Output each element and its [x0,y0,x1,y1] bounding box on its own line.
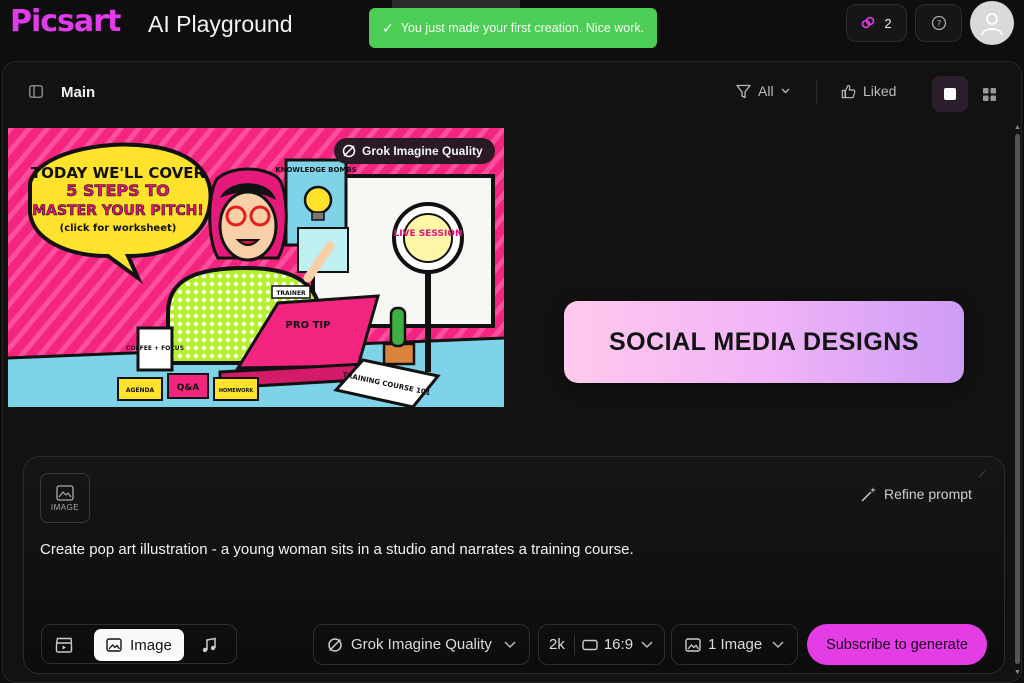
resize-handle-icon[interactable]: ⟋ [979,469,986,480]
image-mode-button[interactable]: Image [94,629,184,661]
refine-prompt-label: Refine prompt [884,486,972,502]
scroll-down-arrow-icon[interactable]: ▼ [1014,669,1021,676]
scrollbar-thumb[interactable] [1015,134,1020,664]
sticky-note-3: HOMEWORK [219,388,254,394]
laptop-sticker: PRO TIP [286,320,331,331]
mode-selector: Image [41,624,237,664]
image-upload-button[interactable]: IMAGE [40,473,90,523]
aspect-ratio-value: 16:9 [603,636,634,653]
panel-title: Main [61,84,96,101]
top-bar: Picsart AI Playground ✓ You just made yo… [0,0,1024,52]
model-badge-label: Grok Imagine Quality [362,144,483,158]
scroll-up-arrow-icon[interactable]: ▲ [1014,124,1021,131]
filter-label: All [758,83,774,99]
chevron-down-icon [641,641,653,649]
audio-mode-button[interactable] [198,634,220,656]
filter-dropdown[interactable]: All [736,83,790,99]
help-icon: ? [931,15,946,31]
sidebar-icon [29,85,43,98]
credits-icon [862,16,875,29]
credits-button[interactable]: 2 [846,4,907,42]
generated-image[interactable]: TODAY WE'LL COVER 5 STEPS TO MASTER YOUR… [8,128,504,407]
filter-icon [736,84,751,98]
name-tag: TRAINER [276,290,306,297]
subscribe-to-generate-button[interactable]: Subscribe to generate [807,624,987,665]
video-mode-button[interactable] [53,634,75,656]
image-icon [685,637,701,652]
grok-icon [342,144,356,158]
refine-prompt-button[interactable]: Refine prompt [860,485,972,503]
image-count-dropdown[interactable]: 1 Image [671,624,798,665]
ring-light-text: LIVE SESSION [393,229,462,239]
main-panel: Main All Liked TODAY WE'LL COVER 5 STEPS… [2,61,1022,683]
speech-text-2: 5 STEPS TO [66,181,169,200]
sidebar-toggle-button[interactable] [29,85,43,103]
panel-header: Main All Liked [3,62,1021,122]
prompt-input[interactable]: Create pop art illustration - a young wo… [40,541,634,558]
social-media-designs-banner[interactable]: SOCIAL MEDIA DESIGNS [564,301,964,383]
image-upload-label: IMAGE [50,502,80,512]
size-divider [573,634,575,655]
toast-message: You just made your first creation. Nice … [400,21,645,35]
image-add-icon [56,484,74,501]
model-label: Grok Imagine Quality [351,636,492,653]
resolution-value: 2k [549,636,565,653]
prompt-composer: IMAGE ⟋ Refine prompt Create pop art ill… [23,456,1005,674]
sticky-note-1: AGENDA [126,387,155,394]
liked-label: Liked [863,83,897,99]
square-view-icon [944,88,956,100]
single-view-button[interactable] [932,76,968,112]
music-note-icon [202,637,216,653]
board-note: KNOWLEDGE BOMBS [275,166,357,174]
thumbs-up-icon [841,84,856,98]
credits-count: 2 [884,15,892,31]
help-button[interactable]: ? [915,4,962,42]
chevron-down-icon [504,641,516,649]
grid-view-icon [982,87,996,101]
header-divider [816,80,817,104]
grok-icon [328,637,342,652]
user-avatar[interactable] [970,1,1014,45]
grid-view-button[interactable] [978,83,1000,105]
chevron-down-icon [781,88,790,94]
image-icon [106,638,122,652]
picsart-logo[interactable]: Picsart [10,4,121,39]
speech-text-4: (click for worksheet) [60,223,177,234]
sticky-note-2: Q&A [177,383,199,393]
app-title: AI Playground [148,11,293,37]
success-toast: ✓ You just made your first creation. Nic… [369,8,657,48]
clapperboard-icon [55,637,73,653]
user-icon [981,13,1003,36]
liked-filter-button[interactable]: Liked [841,83,896,99]
svg-text:?: ? [936,20,941,30]
model-badge: Grok Imagine Quality [334,138,495,164]
speech-text-3: MASTER YOUR PITCH! [32,203,204,219]
aspect-ratio-icon [582,639,598,650]
image-count-label: 1 Image [708,636,763,653]
pop-art-illustration: TODAY WE'LL COVER 5 STEPS TO MASTER YOUR… [8,128,504,407]
magic-wand-icon [861,487,876,502]
image-mode-label: Image [130,636,172,654]
model-dropdown[interactable]: Grok Imagine Quality [313,624,530,665]
chevron-down-icon [772,641,784,649]
speech-text-1: TODAY WE'LL COVER [31,164,206,182]
check-icon: ✓ [382,19,394,36]
resolution-aspect-dropdown[interactable]: 2k 16:9 [538,624,665,665]
cup-label: COFFEE + FOCUS [126,345,184,352]
